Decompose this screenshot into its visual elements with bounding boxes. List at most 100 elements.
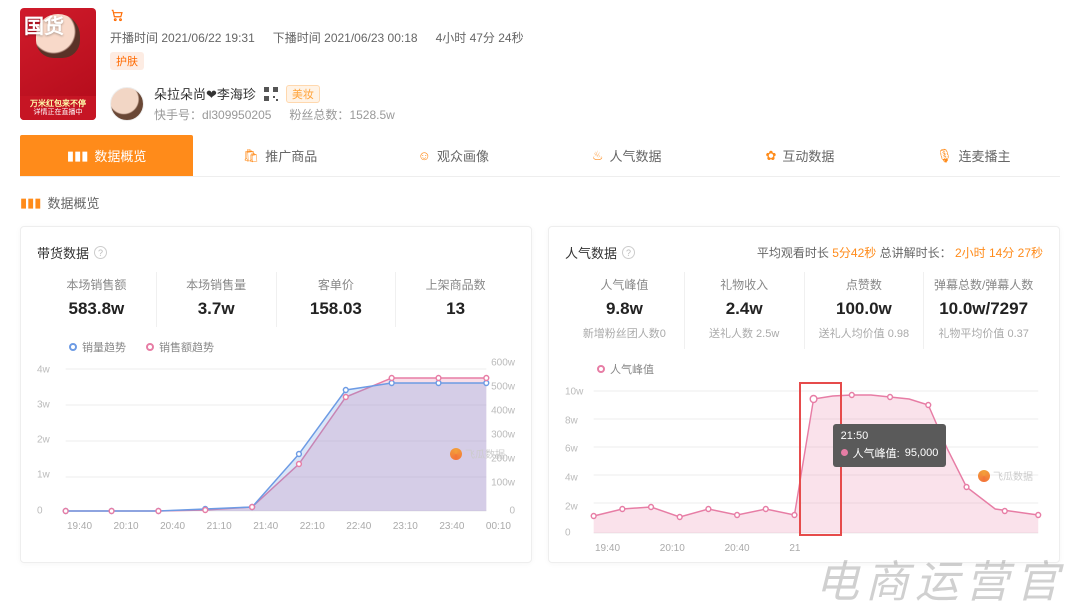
ks-id: dl309950205 xyxy=(202,108,271,122)
dot-icon xyxy=(146,343,154,351)
chart-tooltip: 21:50 人气峰值: 95,000 xyxy=(833,424,947,467)
stat-label: 点赞数 xyxy=(807,276,922,293)
stat-label: 本场销售额 xyxy=(39,276,154,293)
logo-icon xyxy=(450,448,462,460)
category-tag[interactable]: 护肤 xyxy=(110,52,144,70)
legend-label: 销量趋势 xyxy=(82,339,126,355)
qr-icon[interactable] xyxy=(264,87,278,101)
stat-gift: 礼物收入2.4w送礼人数 2.5w xyxy=(685,272,805,349)
sales-panel: 带货数据? 本场销售额 583.8w 本场销售量3.7w 客单价 158.03 上架… xyxy=(20,226,532,563)
smile-icon: ☺ xyxy=(418,148,431,163)
sales-xaxis: 19:4020:1020:4021:1021:4022:1022:4023:10… xyxy=(37,517,515,532)
total-talk-label: 总讲解时长： xyxy=(880,246,952,260)
tab-audience[interactable]: ☺ 观众画像 xyxy=(367,135,540,176)
tooltip-value: 95,000 xyxy=(905,447,939,459)
tab-host-label: 连麦播主 xyxy=(959,146,1011,165)
stat-sales-volume: 本场销售量3.7w xyxy=(157,272,277,327)
panels-row: 带货数据? 本场销售额 583.8w 本场销售量3.7w 客单价 158.03 上架… xyxy=(0,226,1080,583)
tab-interact[interactable]: ✿ 互动数据 xyxy=(713,135,886,176)
watermark: 飞瓜数据 xyxy=(978,468,1033,483)
start-label: 开播时间 xyxy=(110,31,158,45)
stat-label: 客单价 xyxy=(279,276,394,293)
fire-icon: ♨ xyxy=(592,148,604,164)
tab-host[interactable]: 🎙 连麦播主 xyxy=(887,135,1060,176)
tooltip-series: 人气峰值: xyxy=(853,445,900,461)
total-talk: 2小时 14分 27秒 xyxy=(955,246,1043,260)
page-watermark: 电商运营官 xyxy=(815,546,1065,610)
dot-icon xyxy=(69,343,77,351)
dot-icon xyxy=(841,449,848,456)
pop-meta: 平均观看时长 5分42秒 总讲解时长： 2小时 14分 27秒 xyxy=(757,244,1043,261)
time-row: 开播时间 2021/06/22 19:31 下播时间 2021/06/23 00… xyxy=(110,29,1060,46)
legend-peak[interactable]: 人气峰值 xyxy=(597,361,654,377)
stat-value: 2.4w xyxy=(687,299,802,319)
pop-stats: 人气峰值9.8w新增粉丝团人数0 礼物收入2.4w送礼人数 2.5w 点赞数10… xyxy=(565,272,1043,349)
stream-header: 国货 万米红包来不停 详情正在直播中 开播时间 2021/06/22 19:31… xyxy=(0,0,1080,135)
streamer-name[interactable]: 朵拉朵尚❤李海珍 xyxy=(154,84,256,103)
cover-band-line1: 万米红包来不停 xyxy=(22,99,94,109)
pop-title: 人气数据 xyxy=(565,243,617,262)
stat-label: 人气峰值 xyxy=(567,276,682,293)
sales-title: 带货数据 xyxy=(37,243,89,262)
stat-sub: 礼物平均价值 0.37 xyxy=(926,325,1041,341)
cover-band-line2: 详情正在直播中 xyxy=(22,109,94,117)
dot-icon xyxy=(597,365,605,373)
duration: 4小时 47分 24秒 xyxy=(436,29,524,46)
sales-stats: 本场销售额 583.8w 本场销售量3.7w 客单价 158.03 上架商品数 13 xyxy=(37,272,515,327)
legend-volume[interactable]: 销量趋势 xyxy=(69,339,126,355)
section-title: ▮▮▮ 数据概览 xyxy=(0,177,1080,226)
mic-icon: 🎙 xyxy=(936,148,953,164)
stat-avg-price: 客单价 158.03 xyxy=(277,272,397,327)
tab-popular-label: 人气数据 xyxy=(609,146,661,165)
pop-chart[interactable]: 10w8w6w4w2w0 21:50 人气峰值: 95,000 飞瓜数据 xyxy=(565,379,1043,539)
tab-overview[interactable]: ▮▮▮ 数据概览 xyxy=(20,135,193,176)
stat-label: 弹幕总数/弹幕人数 xyxy=(926,276,1041,293)
ks-id-label: 快手号： xyxy=(154,108,202,122)
logo-icon xyxy=(978,470,990,482)
stat-value: 13 xyxy=(398,299,513,319)
help-icon[interactable]: ? xyxy=(622,246,635,259)
bars-icon: ▮▮▮ xyxy=(20,195,41,211)
stat-sku-count: 上架商品数 13 xyxy=(396,272,515,327)
avg-watch-label: 平均观看时长 xyxy=(757,246,829,260)
tab-promo[interactable]: 🛍推广商品 xyxy=(193,135,366,176)
fans-count: 1528.5w xyxy=(349,108,394,122)
beauty-tag[interactable]: 美妆 xyxy=(286,85,320,103)
cart-icon xyxy=(110,8,1060,25)
end-time: 2021/06/23 00:18 xyxy=(324,31,417,45)
sales-chart[interactable]: 4w3w2w1w0 600w500w400w300w200w100w0 xyxy=(37,357,515,517)
stat-sales-amount: 本场销售额 583.8w xyxy=(37,272,157,327)
watermark-text: 飞瓜数据 xyxy=(465,446,505,461)
legend-revenue[interactable]: 销售额趋势 xyxy=(146,339,214,355)
legend-label: 人气峰值 xyxy=(610,361,654,377)
tab-interact-label: 互动数据 xyxy=(782,146,834,165)
stat-label: 本场销售量 xyxy=(159,276,274,293)
help-icon[interactable]: ? xyxy=(94,246,107,259)
stat-peak: 人气峰值9.8w新增粉丝团人数0 xyxy=(565,272,685,349)
stat-value: 10.0w/7297 xyxy=(926,299,1041,319)
bars-icon: ▮▮▮ xyxy=(67,148,88,164)
stat-label: 礼物收入 xyxy=(687,276,802,293)
stat-label: 上架商品数 xyxy=(398,276,513,293)
legend-label: 销售额趋势 xyxy=(159,339,214,355)
sales-legend: 销量趋势 销售额趋势 xyxy=(69,339,515,355)
end-label: 下播时间 xyxy=(273,31,321,45)
tab-audience-label: 观众画像 xyxy=(437,146,489,165)
stat-value: 100.0w xyxy=(807,299,922,319)
header-meta: 开播时间 2021/06/22 19:31 下播时间 2021/06/23 00… xyxy=(110,8,1060,123)
stat-sub: 送礼人均价值 0.98 xyxy=(807,325,922,341)
avatar[interactable] xyxy=(110,87,144,121)
stat-danmu: 弹幕总数/弹幕人数 10.0w/7297 礼物平均价值 0.37 xyxy=(924,272,1043,349)
stream-cover: 国货 万米红包来不停 详情正在直播中 xyxy=(20,8,96,120)
gear-icon: ✿ xyxy=(766,148,777,164)
tooltip-time: 21:50 xyxy=(841,430,939,442)
popularity-panel: 人气数据? 平均观看时长 5分42秒 总讲解时长： 2小时 14分 27秒 人气… xyxy=(548,226,1060,563)
stat-value: 158.03 xyxy=(279,299,394,319)
pop-xaxis: 19:4020:1020:4021 xyxy=(565,539,1043,554)
streamer-row: 朵拉朵尚❤李海珍 美妆 快手号：dl309950205 粉丝总数：1528.5w xyxy=(110,84,1060,123)
tab-promo-label: 推广商品 xyxy=(265,146,317,165)
tab-overview-label: 数据概览 xyxy=(94,146,146,165)
stat-like: 点赞数 100.0w 送礼人均价值 0.98 xyxy=(805,272,925,349)
tab-popular[interactable]: ♨ 人气数据 xyxy=(540,135,713,176)
stat-value: 583.8w xyxy=(39,299,154,319)
